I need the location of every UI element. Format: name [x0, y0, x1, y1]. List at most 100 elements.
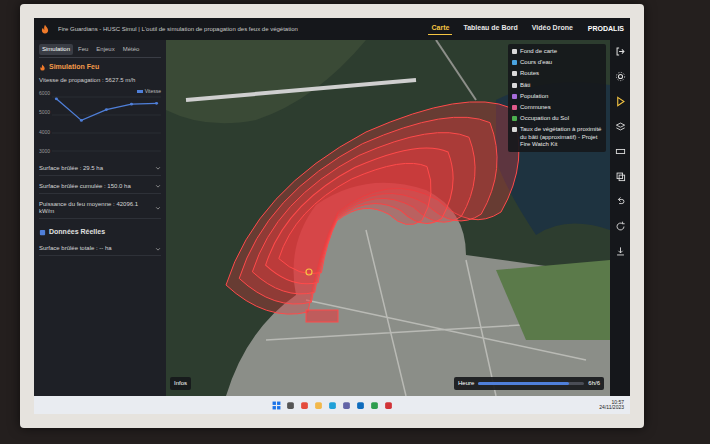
layer-color-icon	[512, 49, 517, 54]
panel-tabs: SimulationFeuEnjeuxMétéo	[39, 44, 161, 58]
clock: 10:5724/11/2023	[599, 400, 624, 410]
app-icon[interactable]	[384, 401, 393, 410]
layer-item[interactable]: Cours d'eau	[512, 59, 602, 66]
layer-item[interactable]: Routes	[512, 70, 602, 77]
chart-tick: 6000	[39, 90, 50, 98]
layer-color-icon	[512, 71, 517, 76]
legend-label: Vitesse	[145, 88, 161, 96]
windows-logo-icon[interactable]	[272, 401, 281, 410]
stat-label: Surface brûlée cumulée : 150.0 ha	[39, 183, 131, 190]
taskbar-right: 10:5724/11/2023	[393, 400, 625, 410]
stat-row[interactable]: Surface brûlée totale : -- ha	[39, 242, 161, 256]
panel-tab[interactable]: Enjeux	[93, 44, 117, 55]
chart-tick: 5000	[39, 109, 50, 117]
layer-item[interactable]: Bâti	[512, 82, 602, 89]
edge-icon[interactable]	[328, 401, 337, 410]
ruler-icon[interactable]	[615, 146, 626, 157]
app-icon[interactable]	[370, 401, 379, 410]
layer-item[interactable]: Communes	[512, 104, 602, 111]
nav-tab[interactable]: Tableau de Bord	[460, 23, 520, 35]
timeline-value: 6h/6	[588, 379, 600, 388]
fire-isochrone	[279, 163, 431, 273]
grid-line	[52, 151, 161, 152]
speed-point	[80, 119, 83, 122]
legend-swatch	[137, 90, 143, 93]
panel-tab[interactable]: Feu	[75, 44, 91, 55]
tool-strip	[610, 40, 630, 396]
panel-tab[interactable]: Météo	[120, 44, 143, 55]
layer-item[interactable]: Taux de végétation à proximité du bâti (…	[512, 126, 602, 148]
clock-date: 24/11/2023	[599, 405, 624, 410]
layer-label: Taux de végétation à proximité du bâti (…	[520, 126, 602, 148]
simulation-header: Simulation Feu	[39, 62, 161, 73]
chart-plot: Vitesse	[52, 88, 161, 158]
layer-color-icon	[512, 105, 517, 110]
monitor: Fire Guardians - HUSC Simul | L'outil de…	[20, 4, 644, 428]
nav-tab[interactable]: Carte	[428, 23, 452, 36]
fire-isochrone	[252, 133, 475, 294]
layer-color-icon	[512, 94, 517, 99]
ignition-point	[306, 269, 312, 275]
speed-point	[130, 103, 133, 106]
chrome-icon[interactable]	[300, 401, 309, 410]
layers-icon[interactable]	[615, 121, 626, 132]
layer-label: Cours d'eau	[520, 59, 552, 66]
panel-tab[interactable]: Simulation	[39, 44, 73, 55]
layer-label: Routes	[520, 70, 539, 77]
window-title: Fire Guardians - HUSC Simul | L'outil de…	[58, 25, 420, 34]
folder-icon[interactable]	[314, 401, 323, 410]
chevron-down-icon	[155, 246, 161, 252]
layer-label: Population	[520, 93, 548, 100]
speed-point	[55, 98, 58, 101]
layer-label: Communes	[520, 104, 551, 111]
layer-menu: Fond de carte Cours d'eau Routes Bâti Popula…	[508, 44, 606, 152]
grid-line	[52, 115, 161, 116]
stat-row[interactable]: Puissance du feu moyenne : 42096.1 kW/m	[39, 198, 161, 219]
timeline-label: Heure	[458, 379, 474, 388]
exit-icon[interactable]	[615, 46, 626, 57]
search-icon[interactable]	[286, 401, 295, 410]
layer-label: Bâti	[520, 82, 530, 89]
data-icon	[39, 229, 46, 236]
chevron-down-icon	[155, 205, 161, 211]
layer-color-icon	[512, 127, 517, 132]
main: SimulationFeuEnjeuxMétéoSimulation FeuVi…	[34, 40, 630, 396]
teams-icon[interactable]	[342, 401, 351, 410]
timeline-track[interactable]	[478, 382, 584, 385]
real-data-title: Données Réelles	[49, 227, 105, 238]
timeline: Heure 6h/6	[454, 377, 604, 390]
chevron-down-icon	[155, 183, 161, 189]
speed-chart: 6000500040003000Vitesse	[39, 88, 161, 158]
chevron-down-icon	[155, 165, 161, 171]
map[interactable]: Fond de carte Cours d'eau Routes Bâti Popula…	[166, 40, 610, 396]
layer-label: Occupation du Sol	[520, 115, 569, 122]
layer-color-icon	[512, 116, 517, 121]
speed-label: Vitesse de propagation : 5627.5 m/h	[39, 77, 161, 84]
stat-label: Surface brûlée totale : -- ha	[39, 245, 112, 252]
info-button[interactable]: Infos	[170, 377, 191, 390]
grid-line	[52, 133, 161, 134]
refresh-icon[interactable]	[615, 221, 626, 232]
undo-icon[interactable]	[615, 196, 626, 207]
nav-tab[interactable]: Vidéo Drone	[529, 23, 576, 35]
layer-color-icon	[512, 83, 517, 88]
stat-row[interactable]: Surface brûlée : 29.5 ha	[39, 162, 161, 176]
taskbar-apps	[272, 401, 393, 410]
copy-icon[interactable]	[615, 171, 626, 182]
layer-item[interactable]: Population	[512, 93, 602, 100]
speed-point	[105, 108, 108, 111]
chart-ticks: 6000500040003000	[39, 88, 50, 158]
simulation-title: Simulation Feu	[49, 62, 99, 73]
fire-isochrone	[239, 117, 497, 304]
flame-icon	[39, 64, 46, 71]
fire-isochrone	[226, 102, 519, 314]
grid-line	[52, 97, 161, 98]
layer-item[interactable]: Fond de carte	[512, 48, 602, 55]
download-icon[interactable]	[615, 246, 626, 257]
layer-item[interactable]: Occupation du Sol	[512, 115, 602, 122]
stat-row[interactable]: Surface brûlée cumulée : 150.0 ha	[39, 180, 161, 194]
play-icon[interactable]	[615, 96, 626, 107]
outlook-icon[interactable]	[356, 401, 365, 410]
gear-icon[interactable]	[615, 71, 626, 82]
screen: Fire Guardians - HUSC Simul | L'outil de…	[34, 18, 630, 414]
